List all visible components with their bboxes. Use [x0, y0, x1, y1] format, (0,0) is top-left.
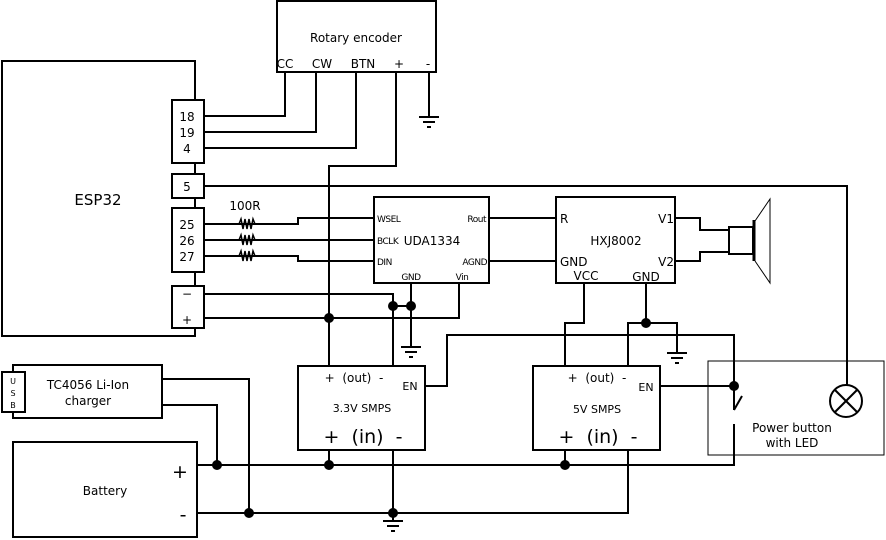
pin-27: 27 — [179, 250, 194, 264]
resistors: 100R — [229, 199, 261, 262]
pin-label: VCC — [574, 269, 599, 283]
wires — [162, 72, 848, 520]
amp-hxj8002: R GND VCC GND V1 V2 HXJ8002 — [555, 196, 676, 284]
rotary-encoder: Rotary encoder CC CW BTN + - — [276, 0, 437, 73]
usb-letter: B — [10, 401, 16, 410]
encoder-pin: - — [426, 57, 430, 71]
battery: Battery + - — [12, 441, 198, 538]
ground-icon — [418, 116, 440, 128]
ground-icon — [382, 520, 404, 532]
charger-title: TC4056 Li-Ion — [46, 378, 129, 392]
pin-label: DIN — [377, 258, 392, 268]
button-label: with LED — [766, 436, 819, 450]
resistor-label: 100R — [229, 199, 260, 213]
esp32-label: ESP32 — [74, 191, 121, 209]
speaker-icon — [728, 197, 771, 285]
smps-title: 3.3V SMPS — [333, 402, 392, 415]
ground-icon — [400, 346, 422, 358]
circuit-schematic: ESP32 18 19 4 5 25 26 27 − + 100R Rotary… — [1, 0, 885, 538]
dac-title: UDA1334 — [404, 234, 461, 248]
esp32-module: ESP32 18 19 4 5 25 26 27 − + — [1, 60, 205, 337]
smps-3v3: + (out) - EN 3.3V SMPS + (in) - — [297, 365, 426, 451]
encoder-pin: BTN — [351, 57, 376, 71]
pin-18: 18 — [179, 110, 194, 124]
in-label: + (in) - — [323, 426, 402, 448]
pin-26: 26 — [179, 234, 194, 248]
pin-label: V2 — [658, 255, 674, 269]
smps-title: 5V SMPS — [573, 403, 621, 416]
pin-plus: + — [182, 313, 192, 327]
charger-tc4056: U S B TC4056 Li-Ion charger — [1, 364, 163, 419]
pin-label: R — [560, 212, 568, 226]
battery-minus: - — [180, 504, 187, 526]
out-label: + (out) - — [325, 371, 384, 385]
pin-label: WSEL — [377, 215, 401, 225]
pin-5: 5 — [183, 180, 191, 194]
battery-title: Battery — [83, 484, 127, 498]
battery-plus: + — [172, 461, 188, 483]
usb-letter: U — [10, 377, 16, 386]
pin-25: 25 — [179, 218, 194, 232]
pin-4: 4 — [183, 142, 191, 156]
encoder-title: Rotary encoder — [310, 31, 402, 45]
charger-title: charger — [65, 394, 111, 408]
smps-5v: + (out) - EN 5V SMPS + (in) - — [532, 365, 661, 451]
pin-label: GND — [560, 255, 588, 269]
usb-letter: S — [10, 389, 15, 398]
pin-label: Vin — [456, 273, 469, 283]
en-label: EN — [402, 380, 417, 393]
amp-title: HXJ8002 — [590, 234, 641, 248]
out-label: + (out) - — [568, 371, 627, 385]
pin-label: GND — [632, 270, 660, 284]
pin-label: Rout — [467, 215, 487, 225]
dac-uda1334: WSEL BCLK DIN Rout AGND GND Vin UDA1334 — [373, 196, 490, 284]
pin-19: 19 — [179, 126, 194, 140]
pin-minus: − — [182, 287, 192, 301]
en-label: EN — [638, 381, 653, 394]
pin-label: V1 — [658, 212, 674, 226]
pin-label: BCLK — [377, 237, 400, 247]
ground-icon — [666, 352, 688, 364]
encoder-pin: CC — [277, 57, 294, 71]
pin-label: AGND — [462, 258, 487, 268]
pin-label: GND — [401, 273, 421, 283]
encoder-pin: + — [394, 57, 404, 71]
in-label: + (in) - — [558, 426, 637, 448]
button-label: Power button — [752, 421, 832, 435]
encoder-pin: CW — [312, 57, 332, 71]
